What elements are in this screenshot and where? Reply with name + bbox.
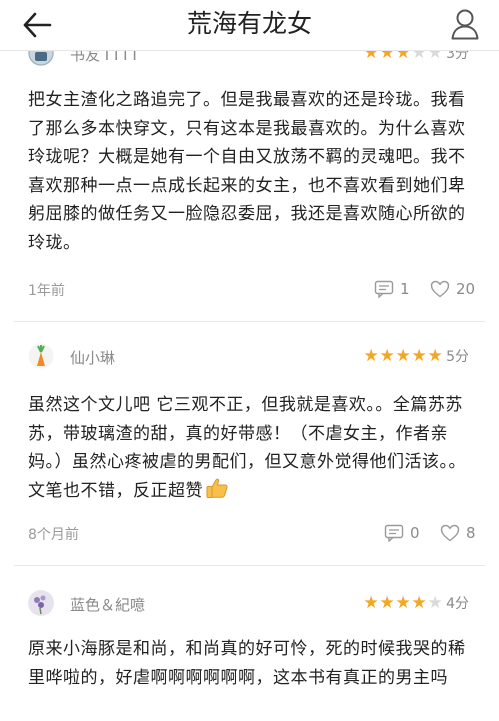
divider — [14, 321, 485, 322]
comment-count: 1 — [400, 280, 410, 298]
review-time: 1年前 — [28, 283, 65, 299]
comment-button[interactable]: 0 — [384, 524, 420, 542]
star-icon: ★ — [379, 593, 395, 613]
review-meta: 1年前 1 20 — [0, 280, 499, 304]
avatar[interactable] — [28, 343, 54, 369]
page-title: 荒海有龙女 — [186, 9, 312, 38]
review-header: 仙小琳 ★ ★ ★ ★ ★ 5分 — [0, 343, 499, 377]
review-rating: ★ ★ ★ ★ ★ 5分 — [363, 345, 469, 367]
comment-icon — [374, 280, 394, 298]
review-rating: ★ ★ ★ ★ ★ 4分 — [363, 592, 469, 614]
avatar[interactable] — [28, 590, 54, 616]
star-icon: ★ — [379, 346, 395, 366]
review-text: 把女主渣化之路追完了。但是我最喜欢的还是玲珑。我看了那么多本快穿文，只有这本是我… — [28, 90, 466, 253]
star-icon: ★ — [395, 593, 411, 613]
divider — [14, 565, 485, 566]
like-button[interactable]: 8 — [440, 524, 476, 542]
heart-icon — [440, 524, 460, 542]
review-username[interactable]: 仙小琳 — [70, 347, 115, 368]
star-icon: ★ — [411, 346, 427, 366]
review-score: 5分 — [446, 349, 469, 365]
star-icon: ★ — [427, 593, 443, 613]
like-button[interactable]: 20 — [430, 280, 475, 298]
star-icon: ★ — [411, 593, 427, 613]
user-profile-icon[interactable] — [450, 8, 480, 40]
like-count: 20 — [456, 280, 476, 298]
star-icon: ★ — [363, 346, 379, 366]
star-icon: ★ — [395, 346, 411, 366]
review-time: 8个月前 — [28, 527, 79, 543]
heart-icon — [430, 280, 450, 298]
thumbs-up-emoji — [206, 478, 228, 498]
stars: ★ ★ ★ ★ ★ — [363, 593, 443, 613]
star-icon: ★ — [363, 593, 379, 613]
review-text-body: 虽然这个文儿吧 它三观不正，但我就是喜欢。。全篇苏苏苏，带玻璃渣的甜，真的好带感… — [28, 395, 466, 501]
comment-count: 0 — [410, 524, 420, 542]
review-meta: 8个月前 0 8 — [0, 524, 499, 548]
star-icon: ★ — [427, 346, 443, 366]
review-header: 蓝色＆紀噫 ★ ★ ★ ★ ★ 4分 — [0, 590, 499, 624]
comment-icon — [384, 524, 404, 542]
like-count: 8 — [466, 524, 476, 542]
stars: ★ ★ ★ ★ ★ — [363, 346, 443, 366]
review-score: 4分 — [446, 596, 469, 612]
review-text: 原来小海豚是和尚，和尚真的好可怜，死的时候我哭的稀里哗啦的，好虐啊啊啊啊啊啊，这… — [28, 639, 466, 688]
review-text: 虽然这个文儿吧 它三观不正，但我就是喜欢。。全篇苏苏苏，带玻璃渣的甜，真的好带感… — [28, 391, 476, 505]
comment-button[interactable]: 1 — [374, 280, 410, 298]
review-username[interactable]: 蓝色＆紀噫 — [70, 594, 145, 615]
app-header: 荒海有龙女 — [0, 0, 499, 51]
